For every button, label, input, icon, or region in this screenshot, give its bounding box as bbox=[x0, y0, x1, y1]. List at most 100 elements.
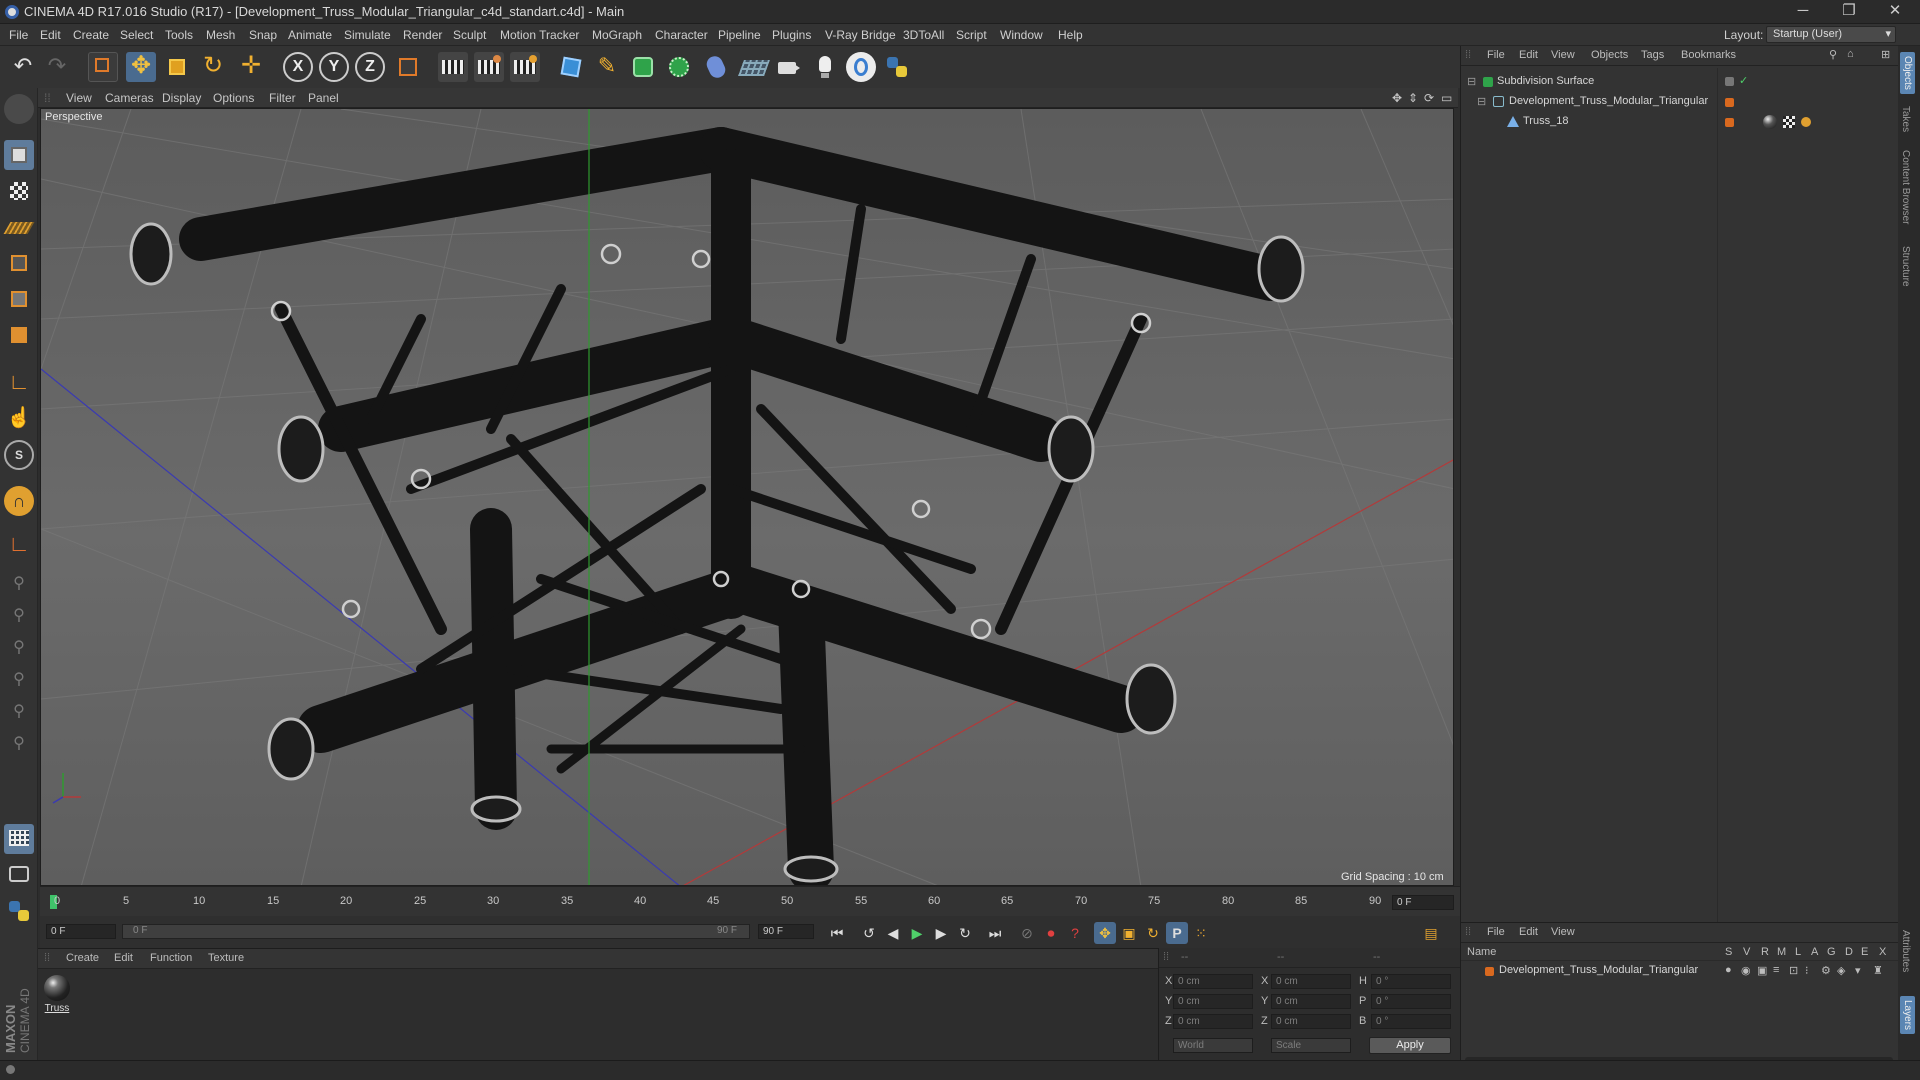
minimize-button[interactable]: ─ bbox=[1780, 0, 1826, 24]
previous-frame-icon[interactable]: ◀ bbox=[882, 922, 904, 944]
array-icon[interactable] bbox=[664, 52, 694, 82]
texture-mode-icon[interactable] bbox=[4, 176, 34, 206]
coord-system-select[interactable]: World bbox=[1173, 1038, 1253, 1053]
script-manager-icon[interactable] bbox=[846, 52, 876, 82]
object-menu-edit[interactable]: Edit bbox=[1519, 49, 1538, 61]
panel-options-icon[interactable]: ⊞ bbox=[1881, 48, 1890, 61]
coord-pos-z-field[interactable]: 0 cm bbox=[1173, 1014, 1253, 1029]
material-menu-create[interactable]: Create bbox=[66, 952, 99, 964]
tab-layers[interactable]: Layers bbox=[1900, 996, 1915, 1035]
viewport-menu-panel[interactable]: Panel bbox=[308, 91, 339, 105]
phong-tag-icon[interactable] bbox=[1801, 117, 1811, 127]
object-menu-objects[interactable]: Objects bbox=[1591, 49, 1628, 61]
coord-size-y-field[interactable]: 0 cm bbox=[1271, 994, 1351, 1009]
tab-structure[interactable]: Structure bbox=[1900, 246, 1911, 287]
menu-edit[interactable]: Edit bbox=[40, 28, 61, 42]
polygons-mode-icon[interactable] bbox=[4, 320, 34, 350]
coord-size-x-field[interactable]: 0 cm bbox=[1271, 974, 1351, 989]
tab-takes[interactable]: Takes bbox=[1900, 106, 1911, 132]
layer-expressions-icon[interactable]: ▾ bbox=[1855, 964, 1861, 977]
render-view-icon[interactable] bbox=[438, 52, 468, 82]
menu-plugins[interactable]: Plugins bbox=[772, 28, 811, 42]
autokey-icon[interactable]: ⊘ bbox=[1016, 922, 1038, 944]
live-selection-icon[interactable] bbox=[88, 52, 118, 82]
layer-animation-icon[interactable]: ⁝ bbox=[1805, 964, 1809, 977]
coord-size-z-field[interactable]: 0 cm bbox=[1271, 1014, 1351, 1029]
viewport-menu-options[interactable]: Options bbox=[213, 91, 254, 105]
enabled-check-icon[interactable]: ✓ bbox=[1739, 74, 1748, 87]
material-menu-texture[interactable]: Texture bbox=[208, 952, 244, 964]
layer-menu-edit[interactable]: Edit bbox=[1519, 926, 1538, 938]
model-mode-icon[interactable] bbox=[4, 140, 34, 170]
x-axis-lock-icon[interactable]: X bbox=[283, 52, 313, 82]
sculpt-brush-5-icon[interactable]: ⚲ bbox=[4, 698, 34, 728]
search-icon[interactable]: ⚲ bbox=[1829, 48, 1837, 61]
range-slider[interactable]: 0 F 90 F bbox=[122, 924, 750, 939]
viewport-menu-cameras[interactable]: Cameras bbox=[105, 91, 154, 105]
menu-pipeline[interactable]: Pipeline bbox=[718, 28, 761, 42]
menu-character[interactable]: Character bbox=[655, 28, 708, 42]
edges-mode-icon[interactable] bbox=[4, 284, 34, 314]
layer-render-icon[interactable]: ▣ bbox=[1757, 964, 1767, 977]
timeline-layout-icon[interactable]: ▤ bbox=[1420, 922, 1442, 944]
menu-select[interactable]: Select bbox=[120, 28, 153, 42]
menu-sculpt[interactable]: Sculpt bbox=[453, 28, 486, 42]
menu-create[interactable]: Create bbox=[73, 28, 109, 42]
next-key-icon[interactable]: ↻ bbox=[954, 922, 976, 944]
viewport-zoom-icon[interactable]: ⇕ bbox=[1408, 91, 1418, 105]
menu-vray-bridge[interactable]: V-Ray Bridge bbox=[825, 28, 896, 42]
scale-tool-icon[interactable] bbox=[162, 52, 192, 82]
layer-row[interactable]: Development_Truss_Modular_Triangular ● ◉… bbox=[1461, 963, 1899, 979]
render-picture-viewer-icon[interactable] bbox=[474, 52, 504, 82]
coord-pos-x-field[interactable]: 0 cm bbox=[1173, 974, 1253, 989]
play-icon[interactable]: ▶ bbox=[906, 922, 928, 944]
tab-content-browser[interactable]: Content Browser bbox=[1900, 150, 1911, 224]
object-row[interactable]: Truss_18 bbox=[1461, 114, 1899, 130]
home-icon[interactable]: ⌂ bbox=[1847, 48, 1854, 60]
snapping-icon[interactable]: S bbox=[4, 440, 34, 470]
material-menu-edit[interactable]: Edit bbox=[114, 952, 133, 964]
go-to-start-icon[interactable]: ⏮ bbox=[826, 922, 848, 944]
python-script-icon[interactable] bbox=[4, 896, 34, 926]
menu-animate[interactable]: Animate bbox=[288, 28, 332, 42]
object-menu-view[interactable]: View bbox=[1551, 49, 1575, 61]
timeline-ruler[interactable]: 0 5 10 15 20 25 30 35 40 45 50 55 60 65 … bbox=[40, 886, 1460, 916]
sculpt-brush-2-icon[interactable]: ⚲ bbox=[4, 602, 34, 632]
points-mode-icon[interactable] bbox=[4, 248, 34, 278]
key-rotation-icon[interactable]: ↻ bbox=[1142, 922, 1164, 944]
sculpt-brush-6-icon[interactable]: ⚲ bbox=[4, 730, 34, 760]
start-frame-field[interactable]: 0 F bbox=[46, 924, 116, 939]
tab-objects[interactable]: Objects bbox=[1900, 52, 1915, 94]
render-settings-icon[interactable] bbox=[510, 52, 540, 82]
key-pla-icon[interactable]: ⁙ bbox=[1190, 922, 1212, 944]
sculpt-brush-1-icon[interactable]: ⚲ bbox=[4, 570, 34, 600]
expand-toggle-icon[interactable]: ⊟ bbox=[1477, 95, 1486, 108]
viewport-maximize-icon[interactable]: ▭ bbox=[1441, 91, 1452, 105]
deformer-icon[interactable] bbox=[702, 52, 732, 82]
object-row[interactable]: ⊟ Subdivision Surface ✓ bbox=[1461, 74, 1899, 90]
transform-tool-icon[interactable]: ✛ bbox=[236, 52, 266, 82]
menu-render[interactable]: Render bbox=[403, 28, 442, 42]
coordinate-system-icon[interactable] bbox=[393, 52, 423, 82]
expand-toggle-icon[interactable]: ⊟ bbox=[1467, 75, 1476, 88]
workplane-lock-icon[interactable] bbox=[4, 860, 34, 890]
coord-rot-b-field[interactable]: 0 ° bbox=[1371, 1014, 1451, 1029]
object-menu-bookmarks[interactable]: Bookmarks bbox=[1681, 49, 1736, 61]
menu-file[interactable]: File bbox=[9, 28, 28, 42]
tab-attributes[interactable]: Attributes bbox=[1900, 930, 1911, 972]
coord-rot-h-field[interactable]: 0 ° bbox=[1371, 974, 1451, 989]
menu-mesh[interactable]: Mesh bbox=[206, 28, 235, 42]
redo-icon[interactable]: ↷ bbox=[42, 52, 72, 82]
menu-script[interactable]: Script bbox=[956, 28, 987, 42]
object-row[interactable]: ⊟ Development_Truss_Modular_Triangular bbox=[1461, 94, 1899, 110]
material-swatch-truss[interactable]: Truss bbox=[42, 973, 74, 1019]
viewport-perspective[interactable]: Perspective Grid Spacing : 10 cm bbox=[40, 108, 1454, 886]
close-button[interactable]: ✕ bbox=[1872, 0, 1918, 24]
menu-snap[interactable]: Snap bbox=[249, 28, 277, 42]
coord-mode-select[interactable]: Scale bbox=[1271, 1038, 1351, 1053]
move-tool-icon[interactable]: ✥ bbox=[126, 52, 156, 82]
object-menu-tags[interactable]: Tags bbox=[1641, 49, 1664, 61]
coord-pos-y-field[interactable]: 0 cm bbox=[1173, 994, 1253, 1009]
menu-mograph[interactable]: MoGraph bbox=[592, 28, 642, 42]
layer-locked-icon[interactable]: ⊡ bbox=[1789, 964, 1798, 977]
